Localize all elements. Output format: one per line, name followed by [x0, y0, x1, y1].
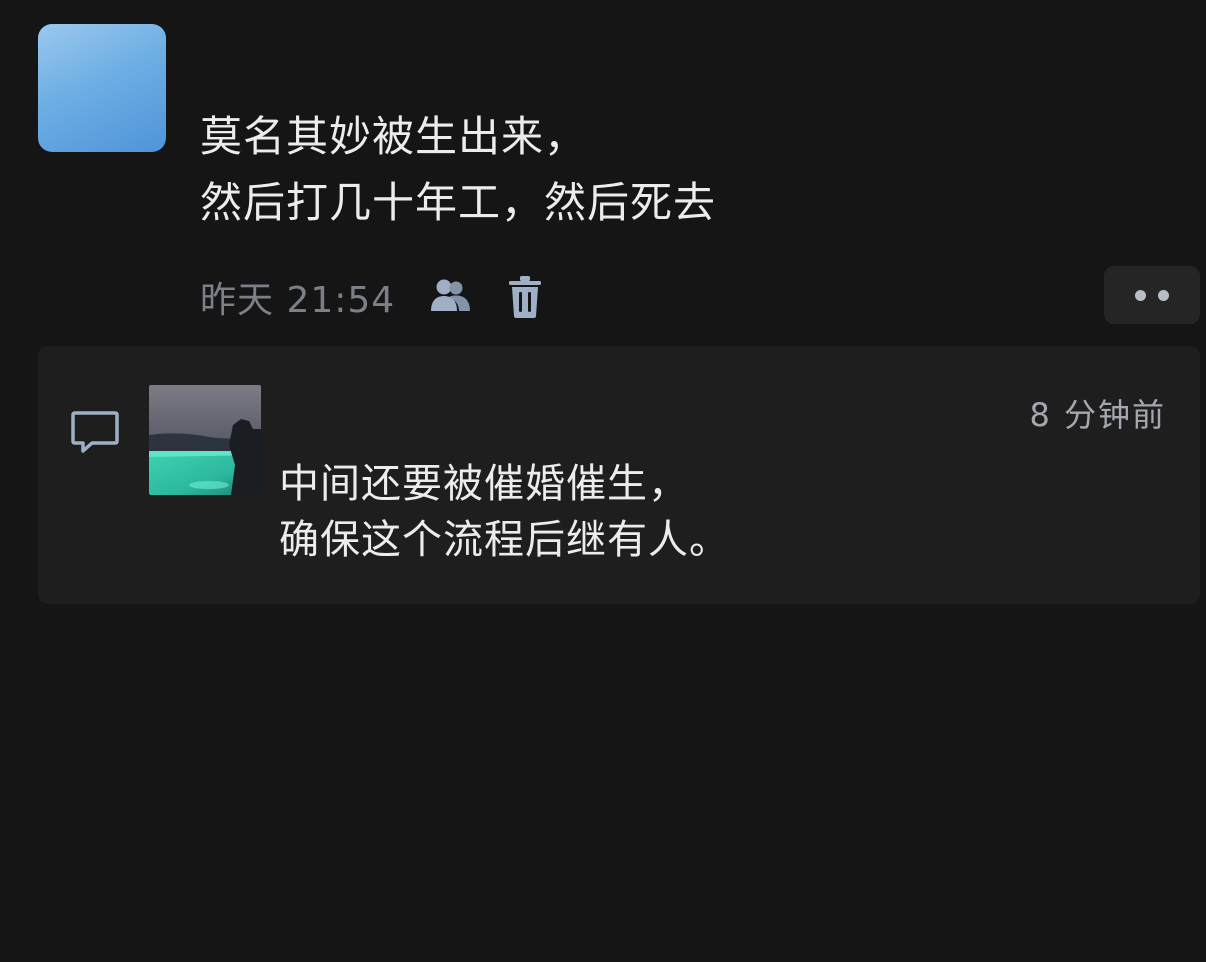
comment-text: 中间还要被催婚催生， 确保这个流程后继有人。 [279, 456, 730, 568]
post-text: 莫名其妙被生出来， 然后打几十年工，然后死去 [200, 104, 716, 236]
more-dots-icon[interactable] [1104, 266, 1200, 324]
post-text-line-2: 然后打几十年工，然后死去 [200, 178, 717, 227]
comment-time: 8 分钟前 [1029, 396, 1166, 434]
trash-icon[interactable] [505, 273, 545, 321]
post-meta: 昨天 21:54 [200, 270, 545, 324]
comment-icon [70, 410, 120, 456]
comment-area: 8 分钟前 中间还要被催婚催生， 确保这个流程后继有人。 [38, 346, 1200, 604]
comment-text-line-2: 确保这个流程后继有人。 [279, 517, 730, 563]
post-avatar[interactable] [38, 24, 166, 152]
more-dot [1135, 289, 1146, 301]
comment-text-line-1: 中间还要被催婚催生， [279, 461, 689, 507]
post-time: 昨天 21:54 [200, 280, 396, 321]
people-icon[interactable] [427, 273, 475, 321]
post-text-line-1: 莫名其妙被生出来， [200, 112, 588, 161]
commenter-avatar[interactable] [149, 385, 261, 495]
more-dot [1158, 289, 1169, 301]
